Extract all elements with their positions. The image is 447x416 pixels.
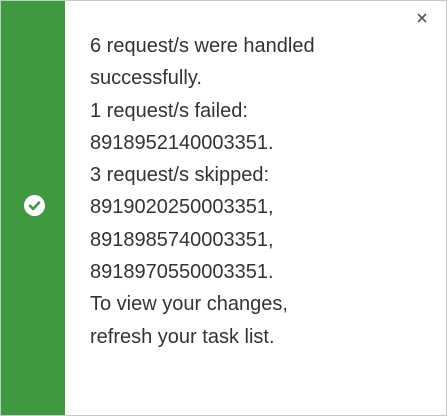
failed-request-id: 8918952140003351. <box>90 131 274 154</box>
message-line: 1 request/s failed: <box>90 99 248 122</box>
skipped-request-id: 8918985740003351, <box>90 228 274 251</box>
close-icon <box>417 13 427 23</box>
success-notification: 6 request/s were handled successfully. 1… <box>0 0 447 416</box>
message-line: successfully. <box>90 67 202 90</box>
message-line: 6 request/s were handled <box>90 35 315 57</box>
skipped-request-id: 8919020250003351, <box>90 196 274 219</box>
skipped-request-id: 8918970550003351. <box>90 261 274 284</box>
message-line: 3 request/s skipped: <box>90 164 269 187</box>
message-line: To view your changes, <box>90 293 288 316</box>
notification-message: 6 request/s were handled successfully. 1… <box>90 30 406 353</box>
message-line: refresh your task list. <box>90 325 275 348</box>
check-circle-icon <box>24 195 45 216</box>
status-stripe <box>1 1 65 415</box>
close-button[interactable] <box>411 7 433 29</box>
